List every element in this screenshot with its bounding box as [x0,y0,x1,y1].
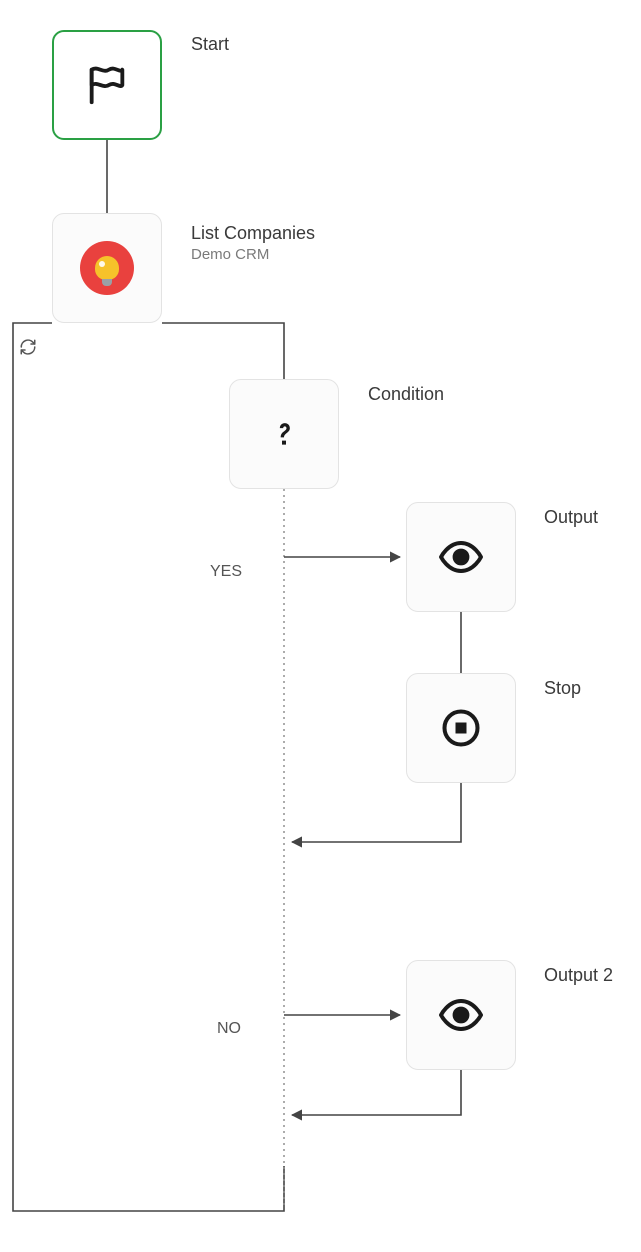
stop-icon [439,706,483,750]
condition-label: Condition [368,384,444,406]
connectors [0,0,641,1252]
yes-branch-label: YES [210,563,242,581]
question-icon [264,411,304,457]
output2-node[interactable] [406,960,516,1070]
output2-label: Output 2 [544,965,613,987]
eye-icon [437,991,485,1039]
no-branch-label: NO [217,1020,241,1038]
stop-node[interactable] [406,673,516,783]
loop-icon [19,338,37,361]
output-label: Output [544,507,598,529]
flag-icon [84,62,130,108]
list-companies-sublabel: Demo CRM [191,246,269,264]
eye-icon [437,533,485,581]
lightbulb-icon [80,241,134,295]
list-companies-label: List Companies [191,223,315,245]
stop-label: Stop [544,678,581,700]
condition-node[interactable] [229,379,339,489]
flow-canvas: Start List Companies Demo CRM Condition … [0,0,641,1252]
output-node[interactable] [406,502,516,612]
list-companies-node[interactable] [52,213,162,323]
start-node[interactable] [52,30,162,140]
start-label: Start [191,34,229,56]
